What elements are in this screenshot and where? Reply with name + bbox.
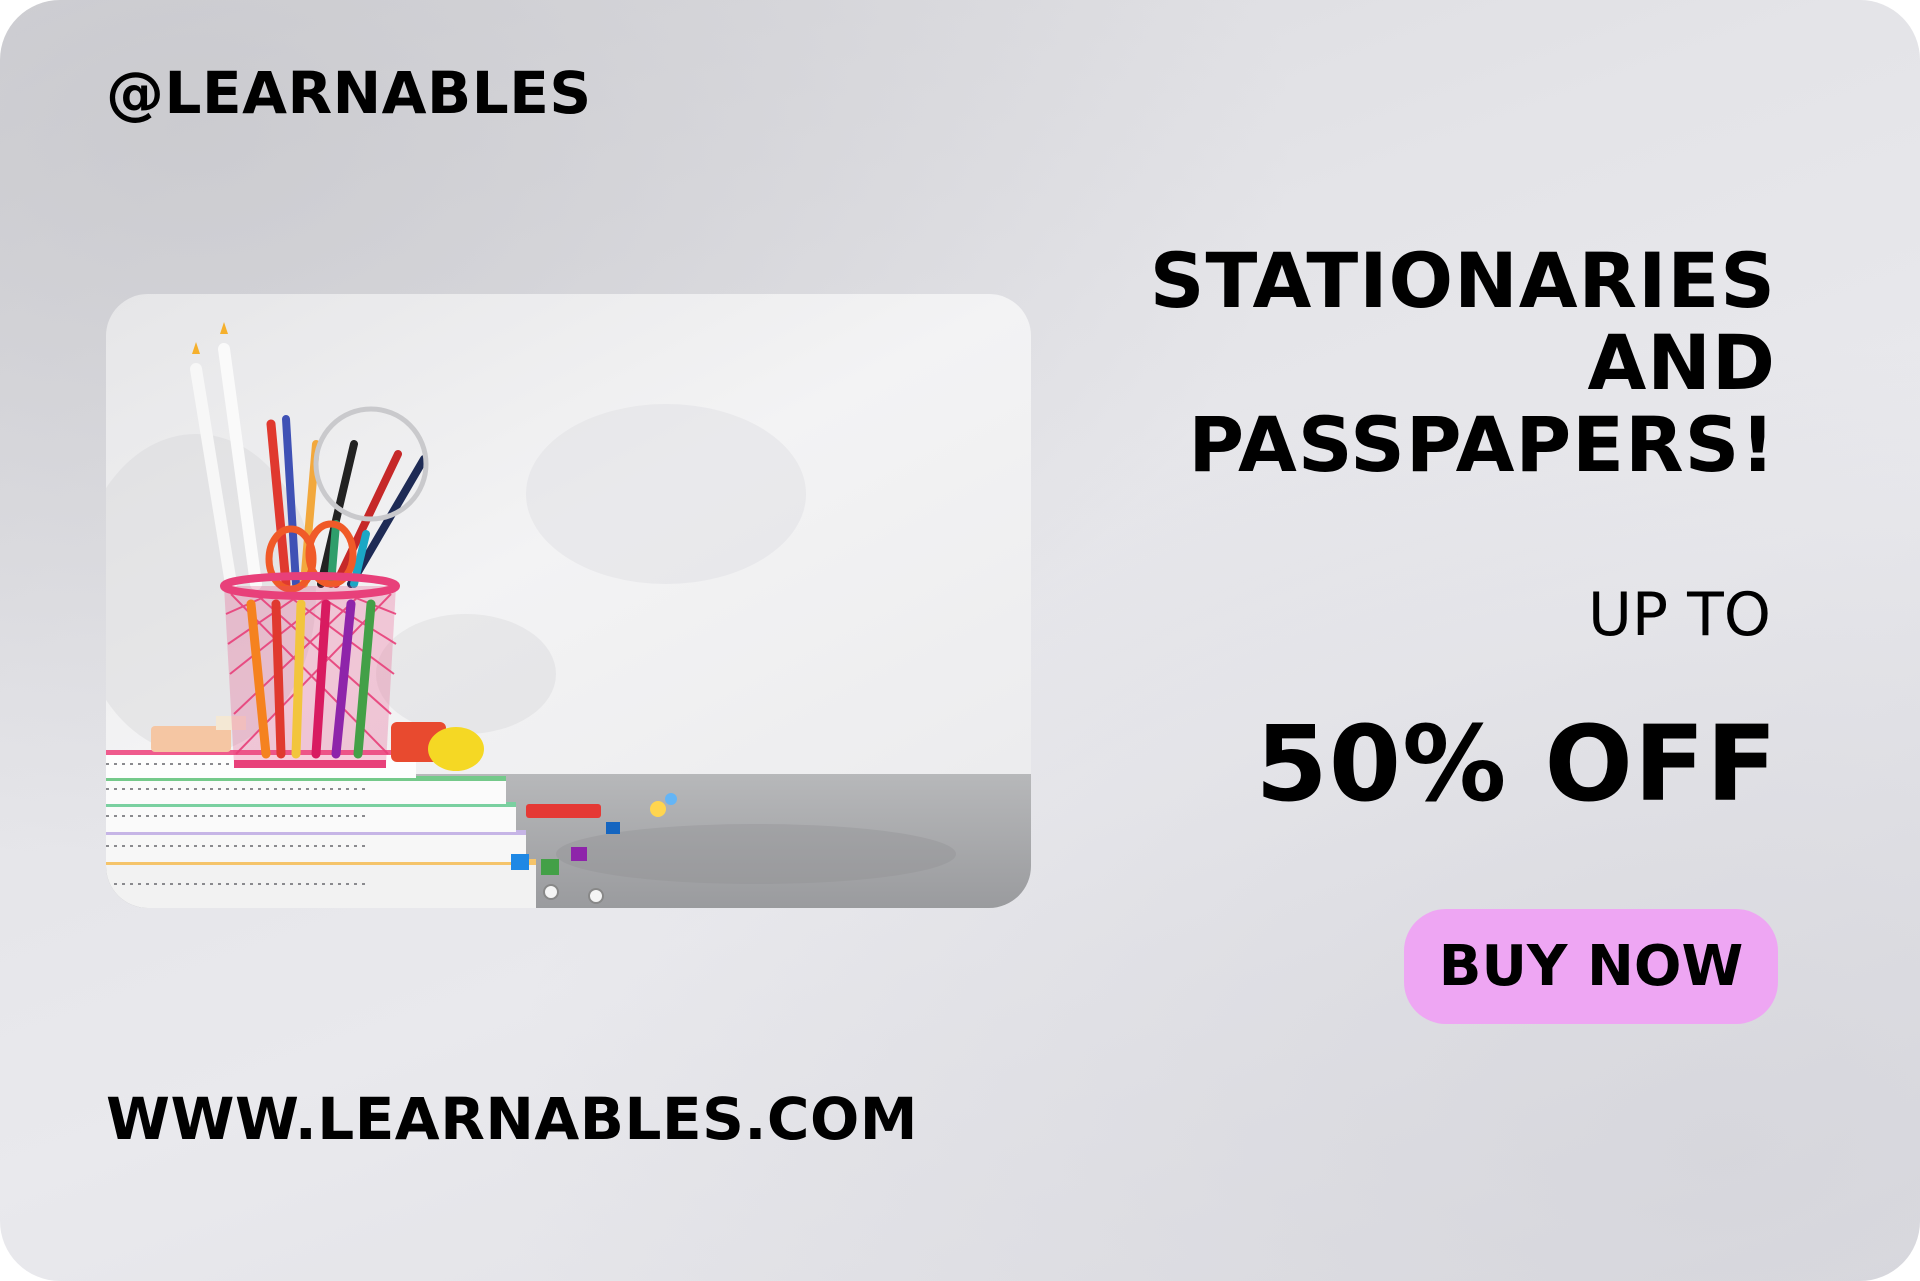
headline-line-3: PASSPAPERS! [1188,400,1776,489]
brand-handle: @LEARNABLES [106,59,592,127]
buy-now-button[interactable]: BUY NOW [1404,909,1778,1024]
promo-banner: @LEARNABLES STATIONARIES AND PASSPAPERS!… [0,0,1920,1281]
website-url[interactable]: WWW.LEARNABLES.COM [106,1090,918,1148]
stationery-photo [106,294,1031,908]
up-to-label: UP TO [1587,580,1771,650]
headline-line-1: STATIONARIES [1149,236,1776,325]
promo-headline: STATIONARIES AND PASSPAPERS! [1150,240,1776,486]
discount-label: 50% OFF [1255,703,1778,825]
headline-line-2: AND [1587,318,1776,407]
